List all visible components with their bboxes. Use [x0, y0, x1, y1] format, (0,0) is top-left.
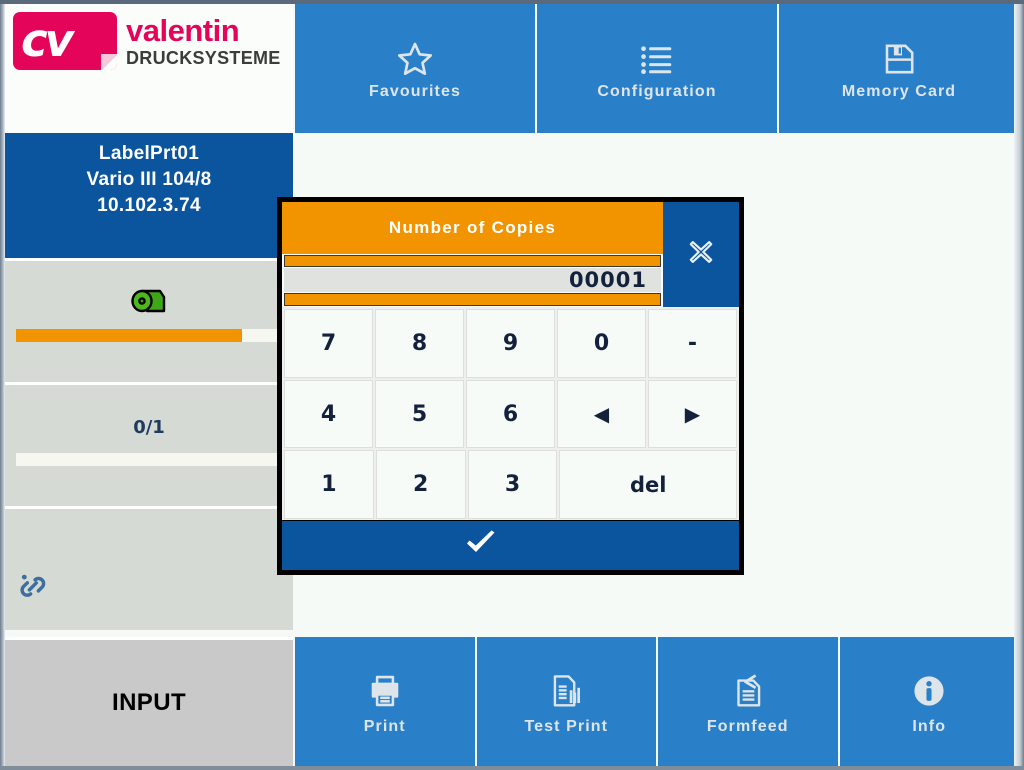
nav-button-configuration[interactable]: Configuration — [537, 4, 777, 133]
brand-name: valentin — [126, 13, 240, 48]
nav-button-memory-card[interactable]: Memory Card — [779, 4, 1019, 133]
printer-info-panel[interactable]: LabelPrt01 Vario III 104/8 10.102.3.74 — [5, 133, 293, 258]
job-progress-bar — [16, 453, 282, 466]
action-label-formfeed: Formfeed — [706, 717, 789, 735]
cv-logo-letters: cv — [21, 14, 74, 67]
keypad-row: 7890- — [283, 308, 738, 379]
nav-label-configuration: Configuration — [597, 82, 717, 100]
list-icon — [638, 37, 676, 81]
nav-label-memory-card: Memory Card — [841, 82, 957, 100]
job-counter-value: 0/1 — [133, 416, 165, 438]
brand-subtitle: DRUCKSYSTEME — [126, 48, 281, 68]
action-button-test-print[interactable]: Test Print — [476, 637, 656, 766]
keypad-key-digit-1[interactable]: 1 — [284, 450, 374, 520]
close-button[interactable] — [663, 202, 739, 307]
top-navigation-bar: cv valentin DRUCKSYSTEME Favourites Conf… — [5, 4, 1019, 133]
keypad-key-minus[interactable]: - — [648, 309, 737, 378]
keypad-key-digit-3[interactable]: 3 — [467, 450, 558, 520]
left-sidebar: LabelPrt01 Vario III 104/8 10.102.3.74 0… — [5, 133, 293, 633]
ribbon-status-panel[interactable] — [5, 258, 293, 382]
number-of-copies-dialog: Number of Copies 00001 7 8 9 0-4 5 6 ◀ ▶ 1 2 3 del — [277, 197, 744, 575]
keypad-key-digit-4[interactable]: 4 — [284, 379, 373, 449]
window-edge-top — [0, 0, 1024, 4]
decrement-button[interactable] — [284, 293, 661, 306]
logo-page-fold — [101, 54, 117, 70]
printer-name: LabelPrt01 — [98, 143, 200, 164]
action-label-test-print: Test Print — [524, 717, 609, 735]
keypad-key-digit-2[interactable]: 2 — [375, 450, 466, 520]
action-button-formfeed[interactable]: Formfeed — [658, 637, 838, 766]
increment-button[interactable] — [284, 254, 661, 268]
action-button-info[interactable]: Info — [839, 637, 1019, 766]
cv-logo-icon: cv — [13, 12, 117, 70]
ribbon-progress-fill — [16, 329, 243, 342]
keypad-row: 1 2 3 del — [283, 449, 738, 520]
keypad-row: 4 5 6 ◀ ▶ — [283, 379, 738, 450]
checkmark-icon — [463, 528, 499, 564]
action-button-print[interactable]: Print — [295, 637, 475, 766]
dialog-title: Number of Copies — [282, 202, 663, 254]
keypad-key-digit-5[interactable]: 5 — [375, 379, 464, 449]
network-link-panel[interactable] — [5, 506, 293, 630]
close-x-icon — [684, 235, 718, 274]
printer-ip-address: 10.102.3.74 — [97, 195, 201, 216]
keypad-key-arrow-left[interactable]: ◀ — [557, 379, 646, 449]
keypad-key-digit-6[interactable]: 6 — [466, 379, 555, 449]
ribbon-progress-bar — [16, 329, 282, 342]
keypad-key-digit-0[interactable]: 0 — [557, 309, 646, 378]
test-print-icon — [547, 668, 585, 714]
link-chain-icon — [15, 569, 51, 610]
nav-label-favourites: Favourites — [369, 82, 461, 100]
window-scrollbar-right[interactable] — [1014, 0, 1024, 770]
numeric-keypad: 7 8 9 0-4 5 6 ◀ ▶ 1 2 3 del — [282, 307, 739, 520]
window-edge-bottom — [0, 766, 1024, 770]
nav-button-favourites[interactable]: Favourites — [295, 4, 535, 133]
keypad-key-digit-7[interactable]: 7 — [284, 309, 373, 378]
formfeed-icon — [729, 668, 767, 714]
keypad-key-digit-8[interactable]: 8 — [375, 309, 464, 378]
keypad-key-arrow-right[interactable]: ▶ — [648, 379, 737, 449]
info-icon — [910, 668, 948, 714]
printer-model: Vario III 104/8 — [86, 169, 212, 190]
copies-value-field[interactable]: 00001 — [284, 268, 661, 293]
ribbon-roll-icon — [5, 283, 293, 323]
action-label-print: Print — [363, 717, 406, 735]
job-counter-panel[interactable]: 0/1 — [5, 382, 293, 506]
input-status-cell[interactable]: INPUT — [5, 637, 293, 766]
confirm-button[interactable] — [282, 520, 739, 570]
brand-logo: cv valentin DRUCKSYSTEME — [5, 4, 293, 133]
printer-touch-screen: cv valentin DRUCKSYSTEME Favourites Conf… — [0, 0, 1024, 770]
copies-spinner: Number of Copies 00001 — [282, 202, 663, 307]
input-label: INPUT — [112, 689, 186, 716]
printer-icon — [366, 668, 404, 714]
window-edge-left — [0, 0, 5, 770]
star-icon — [395, 37, 435, 81]
bottom-action-bar: INPUT Print Test Print Formfeed Info — [5, 637, 1019, 766]
keypad-key-digit-9[interactable]: 9 — [466, 309, 555, 378]
action-label-info: Info — [912, 717, 947, 735]
floppy-disk-icon — [881, 37, 917, 81]
keypad-key-delete[interactable]: del — [559, 450, 737, 520]
